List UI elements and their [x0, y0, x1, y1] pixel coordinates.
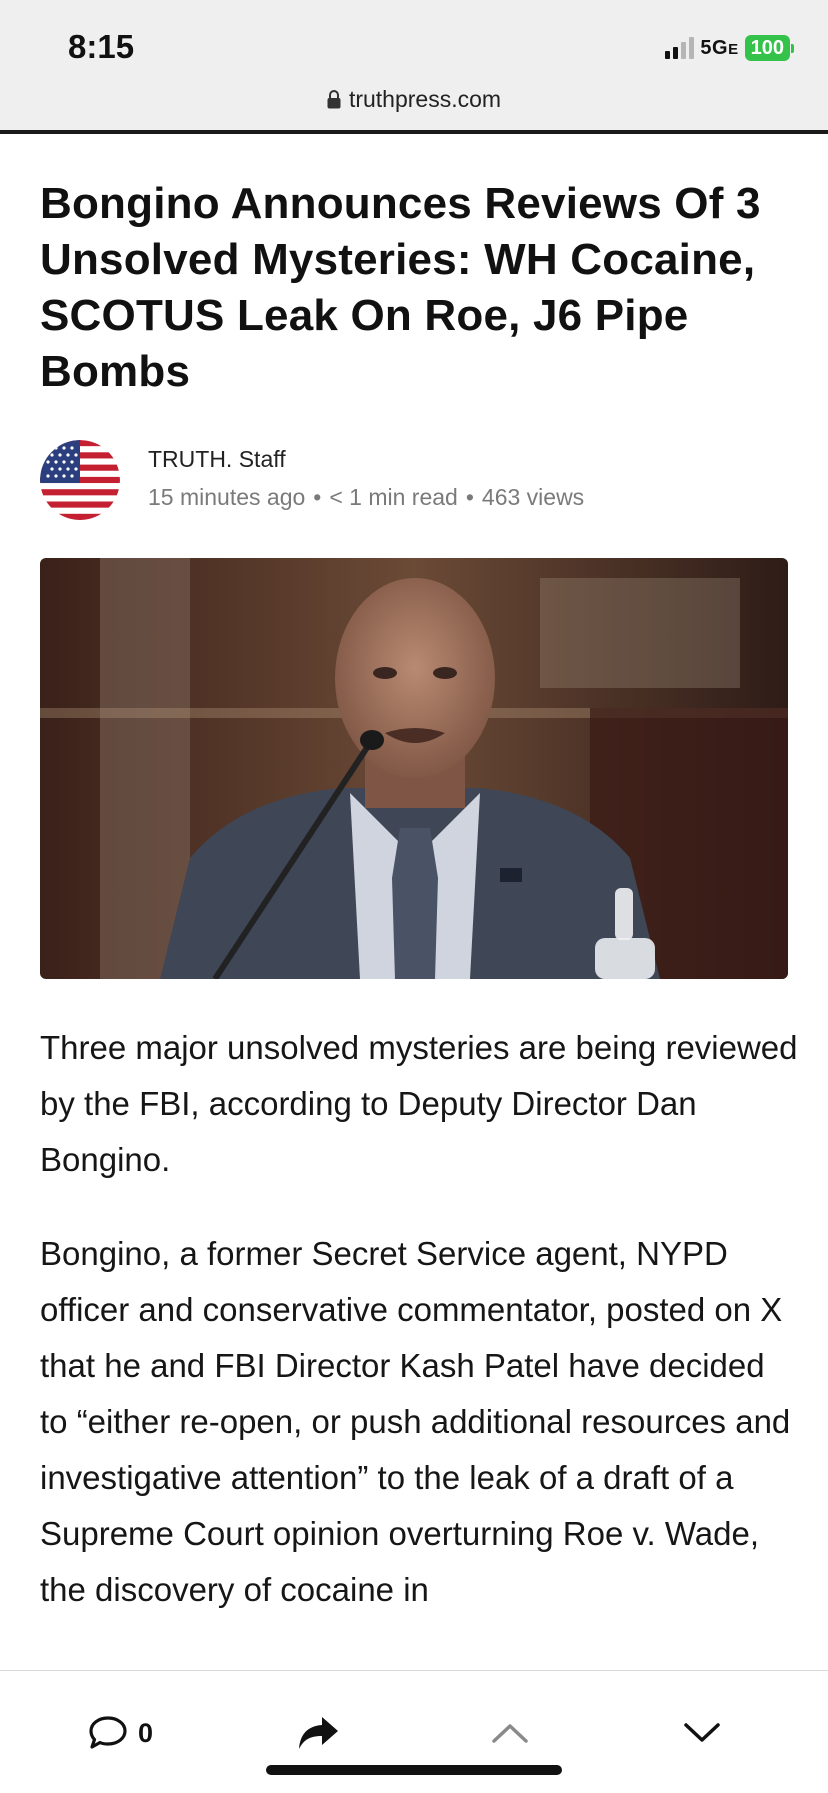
article-body: Three major unsolved mysteries are being…	[40, 1020, 800, 1656]
network-type: 5GE	[700, 36, 739, 59]
author-avatar[interactable]	[40, 440, 120, 520]
url-bar[interactable]: truthpress.com	[0, 86, 828, 113]
comment-icon	[89, 1716, 127, 1749]
article-hero-image	[40, 558, 788, 979]
battery-level: 100	[744, 35, 790, 61]
lock-icon	[327, 90, 341, 109]
chevron-up-icon	[492, 1724, 528, 1743]
status-time: 8:15	[68, 28, 135, 65]
share-button[interactable]	[296, 1713, 340, 1753]
signal-icon	[665, 37, 695, 59]
divider	[0, 130, 828, 134]
author-name[interactable]: TRUTH. Staff	[148, 446, 286, 473]
published-time: 15 minutes ago	[148, 484, 306, 510]
browser-top-bar: 8:15 5GE 100 truthpress.com	[0, 0, 828, 134]
home-indicator[interactable]	[266, 1765, 562, 1775]
comments-button[interactable]: 0	[88, 1713, 153, 1753]
view-count: 463 views	[481, 484, 585, 510]
article-paragraph: Three major unsolved mysteries are being…	[40, 1029, 798, 1178]
previous-button[interactable]	[490, 1713, 530, 1753]
comment-count: 0	[138, 1717, 154, 1748]
article-headline: Bongino Announces Reviews Of 3 Unsolved …	[40, 179, 761, 396]
article-meta: 15 minutes ago • < 1 min read • 463 views	[148, 484, 585, 510]
chevron-down-icon	[684, 1723, 720, 1742]
next-button[interactable]	[682, 1713, 722, 1753]
article-header: Bongino Announces Reviews Of 3 Unsolved …	[40, 176, 788, 526]
url-domain: truthpress.com	[348, 86, 502, 112]
battery-icon: 100	[744, 35, 794, 61]
byline: TRUTH. Staff 15 minutes ago • < 1 min read…	[40, 440, 788, 526]
article-paragraph: Bongino, a former Secret Service agent, …	[40, 1235, 791, 1608]
status-indicators: 5GE 100	[665, 34, 794, 62]
read-time: < 1 min read	[329, 484, 458, 510]
share-icon	[299, 1717, 338, 1749]
